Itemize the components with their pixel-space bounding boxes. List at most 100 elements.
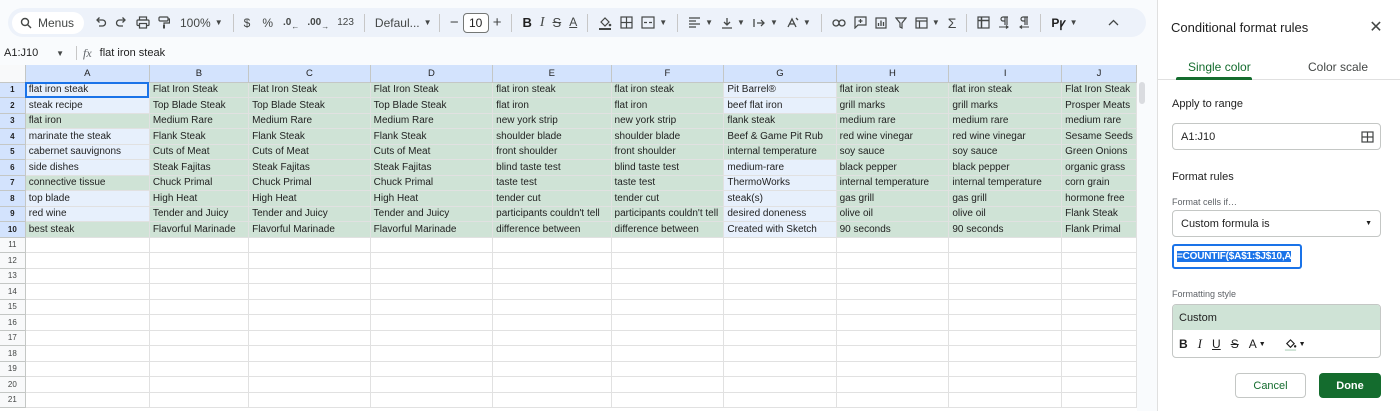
custom-formula-input[interactable]: =COUNTIF($A$1:$J$10,A (1172, 244, 1302, 269)
column-header[interactable]: F (611, 65, 725, 83)
column-header[interactable]: C (248, 65, 371, 83)
cancel-button[interactable]: Cancel (1235, 373, 1306, 398)
grid-cell[interactable]: High Heat (149, 190, 250, 207)
grid-cell[interactable]: flat iron steak (948, 82, 1063, 98)
grid-cell[interactable] (248, 361, 371, 377)
grid-cell[interactable] (611, 345, 725, 362)
row-header[interactable]: 10 (0, 221, 26, 238)
grid-cell[interactable]: Cuts of Meat (149, 144, 250, 160)
grid-cell[interactable]: Steak Fajitas (248, 159, 371, 176)
grid-cell[interactable] (1061, 268, 1137, 284)
grid-cell[interactable] (948, 314, 1063, 331)
grid-cell[interactable] (611, 252, 725, 269)
grid-cell[interactable]: Beef & Game Pit Rub (723, 128, 837, 145)
grid-cell[interactable]: corn grain (1061, 175, 1137, 191)
functions-button[interactable]: Σ (944, 11, 961, 35)
grid-cell[interactable]: tender cut (611, 190, 725, 207)
grid-cell[interactable] (948, 237, 1063, 253)
grid-cell[interactable] (836, 268, 950, 284)
row-header[interactable]: 19 (0, 361, 26, 377)
grid-cell[interactable]: Medium Rare (149, 113, 250, 129)
grid-cell[interactable] (248, 268, 371, 284)
grid-cell[interactable]: grill marks (836, 97, 950, 114)
grid-cell[interactable] (948, 252, 1063, 269)
grid-cell[interactable] (492, 345, 612, 362)
grid-cell[interactable] (492, 237, 612, 253)
grid-cell[interactable] (948, 361, 1063, 377)
grid-cell[interactable]: olive oil (948, 206, 1063, 222)
grid-cell[interactable] (149, 299, 250, 315)
grid-cell[interactable]: blind taste test (611, 159, 725, 176)
grid-cell[interactable] (723, 345, 837, 362)
range-input[interactable]: A1:J10 (1172, 123, 1381, 150)
grid-cell[interactable] (149, 283, 250, 300)
grid-cell[interactable]: new york strip (492, 113, 612, 129)
grid-cell[interactable] (492, 392, 612, 408)
collapse-toolbar-button[interactable] (1104, 11, 1123, 35)
row-header[interactable]: 17 (0, 330, 26, 346)
grid-cell[interactable] (1061, 314, 1137, 331)
grid-cell[interactable]: new york strip (611, 113, 725, 129)
grid-cell[interactable] (25, 376, 150, 393)
redo-button[interactable] (111, 11, 132, 35)
insert-chart-button[interactable] (871, 11, 891, 35)
grid-cell[interactable]: Flavorful Marinade (149, 221, 250, 238)
style-italic-button[interactable]: I (1198, 336, 1202, 352)
grid-cell[interactable] (149, 392, 250, 408)
grid-cell[interactable] (370, 345, 494, 362)
grid-cell[interactable]: best steak (25, 221, 150, 238)
grid-cell[interactable] (149, 376, 250, 393)
grid-cell[interactable] (248, 392, 371, 408)
grid-cell[interactable] (1061, 392, 1137, 408)
grid-cell[interactable] (1061, 376, 1137, 393)
row-header[interactable]: 13 (0, 268, 26, 284)
grid-cell[interactable]: medium-rare (723, 159, 837, 176)
grid-cell[interactable]: black pepper (836, 159, 950, 176)
done-button[interactable]: Done (1319, 373, 1381, 398)
grid-cell[interactable]: High Heat (248, 190, 371, 207)
grid-cell[interactable]: Steak Fajitas (149, 159, 250, 176)
grid-cell[interactable] (370, 252, 494, 269)
grid-cell[interactable] (492, 268, 612, 284)
grid-cell[interactable]: red wine vinegar (836, 128, 950, 145)
grid-cell[interactable]: Cuts of Meat (370, 144, 494, 160)
grid-cell[interactable] (723, 268, 837, 284)
grid-cell[interactable] (370, 237, 494, 253)
grid-cell[interactable]: Flank Primal (1061, 221, 1137, 238)
grid-cell[interactable]: ThermoWorks (723, 175, 837, 191)
column-header[interactable]: J (1061, 65, 1137, 83)
row-header[interactable]: 3 (0, 113, 26, 129)
style-bold-button[interactable]: B (1179, 337, 1188, 351)
grid-cell[interactable]: medium rare (836, 113, 950, 129)
row-header[interactable]: 1 (0, 82, 26, 98)
grid-cell[interactable] (25, 345, 150, 362)
grid-cell[interactable]: blind taste test (492, 159, 612, 176)
grid-cell[interactable] (370, 283, 494, 300)
undo-button[interactable] (90, 11, 111, 35)
row-header[interactable]: 8 (0, 190, 26, 207)
row-header[interactable]: 7 (0, 175, 26, 191)
row-header[interactable]: 21 (0, 392, 26, 408)
grid-cell[interactable]: cabernet sauvignons (25, 144, 150, 160)
grid-cell[interactable]: taste test (611, 175, 725, 191)
grid-cell[interactable]: Top Blade Steak (248, 97, 371, 114)
row-header[interactable]: 4 (0, 128, 26, 145)
grid-cell[interactable] (248, 299, 371, 315)
grid-cell[interactable] (836, 345, 950, 362)
print-button[interactable] (132, 11, 154, 35)
grid-cell[interactable] (836, 361, 950, 377)
grid-cell[interactable]: Flank Steak (1061, 206, 1137, 222)
grid-cell[interactable]: Flavorful Marinade (248, 221, 371, 238)
grid-cell[interactable] (1061, 252, 1137, 269)
grid-cell[interactable]: flat iron steak (611, 82, 725, 98)
column-header[interactable]: B (149, 65, 250, 83)
grid-cell[interactable] (1061, 283, 1137, 300)
grid-cell[interactable] (611, 268, 725, 284)
row-header[interactable]: 6 (0, 159, 26, 176)
grid-cell[interactable]: desired doneness (723, 206, 837, 222)
grid-cell[interactable] (723, 314, 837, 331)
increase-decimal-button[interactable]: .00 → (303, 11, 333, 35)
grid-cell[interactable] (149, 330, 250, 346)
grid-cell[interactable] (1061, 345, 1137, 362)
grid-cell[interactable]: Top Blade Steak (149, 97, 250, 114)
